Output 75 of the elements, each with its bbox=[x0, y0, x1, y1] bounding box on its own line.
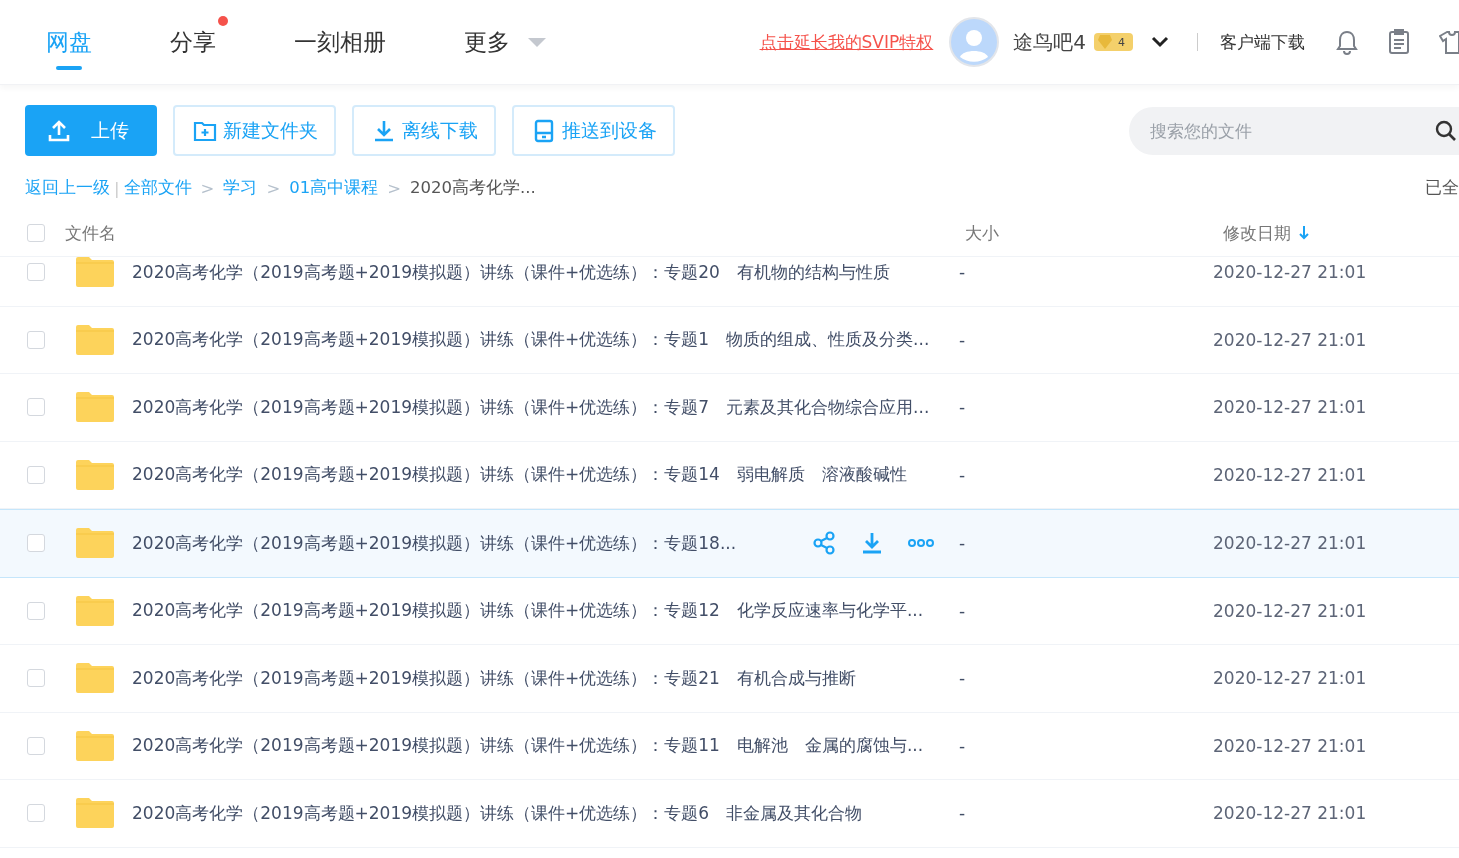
file-row[interactable]: 2020高考化学（2019高考题+2019模拟题）讲练（课件+优选练）：专题6 非金属及其化合物 - 2020-12-27 21:01 bbox=[0, 780, 1459, 848]
file-row[interactable]: 2020高考化学（2019高考题+2019模拟题）讲练（课件+优选练）：专题21 有机合成与推断 - 2020-12-27 21:01 bbox=[0, 645, 1459, 713]
row-checkbox[interactable] bbox=[27, 465, 45, 484]
row-checkbox[interactable] bbox=[27, 263, 45, 282]
client-download-link[interactable]: 客户端下载 bbox=[1220, 30, 1305, 54]
row-checkbox[interactable] bbox=[27, 669, 45, 688]
file-name[interactable]: 2020高考化学（2019高考题+2019模拟题）讲练（课件+优选练）：专题18... bbox=[132, 531, 812, 555]
row-checkbox[interactable] bbox=[27, 330, 45, 349]
nav-tab[interactable]: 更多 bbox=[464, 0, 546, 84]
row-checkbox[interactable] bbox=[27, 601, 45, 620]
vip-badge: 4 bbox=[1094, 33, 1133, 51]
clipboard-icon[interactable] bbox=[1387, 29, 1411, 55]
file-size: - bbox=[959, 803, 967, 824]
download-icon bbox=[372, 118, 396, 143]
modified-date: 2020-12-27 21:01 bbox=[1213, 735, 1367, 756]
download-icon[interactable] bbox=[860, 531, 884, 556]
file-row[interactable]: 2020高考化学（2019高考题+2019模拟题）讲练（课件+优选练）：专题11 电解池 金属的腐蚀与... - 2020-12-27 21:01 bbox=[0, 712, 1459, 780]
column-header[interactable]: 大小 bbox=[965, 221, 1223, 245]
folder-icon bbox=[75, 323, 115, 356]
file-size: - bbox=[959, 533, 967, 554]
folder-icon bbox=[75, 257, 115, 289]
column-header[interactable]: 文件名 bbox=[65, 221, 965, 245]
nav-tab[interactable]: 分享 bbox=[170, 0, 216, 84]
file-row[interactable]: 2020高考化学（2019高考题+2019模拟题）讲练（课件+优选练）：专题7 元素及其化合物综合应用... - 2020-12-27 21:01 bbox=[0, 374, 1459, 442]
file-size: - bbox=[959, 668, 967, 689]
breadcrumb-separator: > bbox=[387, 178, 402, 198]
select-all-checkbox[interactable] bbox=[27, 224, 45, 242]
breadcrumb-separator: > bbox=[266, 178, 281, 198]
folder-icon bbox=[75, 594, 115, 627]
file-size: - bbox=[959, 397, 967, 418]
modified-date: 2020-12-27 21:01 bbox=[1213, 262, 1367, 283]
avatar-icon[interactable] bbox=[949, 17, 1000, 67]
load-status-text: 已全 bbox=[1425, 177, 1459, 199]
folder-icon bbox=[75, 527, 115, 560]
modified-date: 2020-12-27 21:01 bbox=[1213, 533, 1367, 554]
folder-icon bbox=[75, 458, 115, 491]
file-size: - bbox=[959, 600, 967, 621]
modified-date: 2020-12-27 21:01 bbox=[1213, 600, 1367, 621]
file-size: - bbox=[959, 464, 967, 485]
nav-tab[interactable]: 一刻相册 bbox=[294, 0, 386, 84]
modified-date: 2020-12-27 21:01 bbox=[1213, 397, 1367, 418]
file-size: - bbox=[959, 735, 967, 756]
tshirt-icon[interactable] bbox=[1439, 29, 1459, 55]
file-row[interactable]: 2020高考化学（2019高考题+2019模拟题）讲练（课件+优选练）：专题18... - 2020-12-27 21:01 bbox=[0, 509, 1459, 578]
folder-icon bbox=[75, 797, 115, 830]
row-checkbox[interactable] bbox=[27, 804, 45, 823]
file-row[interactable]: 2020高考化学（2019高考题+2019模拟题）讲练（课件+优选练）：专题12 化学反应速率与化学平... - 2020-12-27 21:01 bbox=[0, 577, 1459, 645]
breadcrumb-divider: | bbox=[114, 178, 120, 198]
search-icon[interactable] bbox=[1435, 119, 1457, 142]
modified-date: 2020-12-27 21:01 bbox=[1213, 329, 1367, 350]
breadcrumb-separator: > bbox=[200, 178, 215, 198]
file-row[interactable]: 2020高考化学（2019高考题+2019模拟题）讲练（课件+优选练）：专题20 有机物的结构与性质 - 2020-12-27 21:01 bbox=[0, 257, 1459, 307]
column-header[interactable]: 修改日期 bbox=[1223, 221, 1309, 245]
row-checkbox[interactable] bbox=[27, 398, 45, 417]
folder-icon bbox=[75, 662, 115, 695]
folder-icon bbox=[75, 729, 115, 762]
username[interactable]: 途鸟吧4 bbox=[1013, 28, 1086, 56]
bell-icon[interactable] bbox=[1335, 29, 1359, 55]
modified-date: 2020-12-27 21:01 bbox=[1213, 668, 1367, 689]
chevron-down-icon[interactable] bbox=[1151, 36, 1169, 48]
modified-date: 2020-12-27 21:01 bbox=[1213, 803, 1367, 824]
search-field[interactable]: 搜索您的文件 bbox=[1129, 106, 1459, 155]
file-size: - bbox=[959, 329, 967, 350]
row-checkbox[interactable] bbox=[27, 736, 45, 755]
folder-icon bbox=[75, 391, 115, 424]
file-size: - bbox=[959, 262, 967, 283]
file-row[interactable]: 2020高考化学（2019高考题+2019模拟题）讲练（课件+优选练）：专题1 物质的组成、性质及分类... - 2020-12-27 21:01 bbox=[0, 306, 1459, 374]
breadcrumb-current: 2020高考化学... bbox=[410, 177, 536, 199]
more-icon[interactable] bbox=[908, 538, 934, 549]
upload-icon bbox=[47, 118, 71, 143]
device-icon bbox=[532, 118, 556, 143]
sort-arrow-icon bbox=[1299, 226, 1309, 240]
share-icon[interactable] bbox=[812, 531, 836, 556]
modified-date: 2020-12-27 21:01 bbox=[1213, 464, 1367, 485]
row-checkbox[interactable] bbox=[27, 534, 45, 553]
